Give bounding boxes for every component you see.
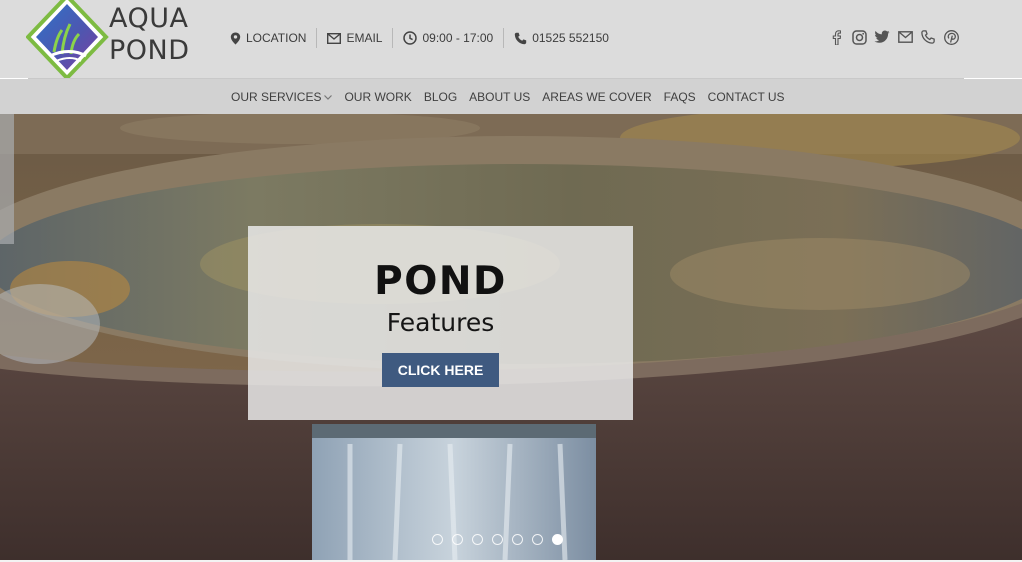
main-nav: OUR SERVICES OUR WORK BLOG ABOUT US AREA…	[231, 79, 797, 114]
click-here-button[interactable]: CLICK HERE	[382, 353, 499, 387]
nav-item-label: OUR SERVICES	[231, 89, 322, 104]
top-header: AQUA POND LOCATION EMAIL 09:00 - 17:00 0…	[0, 0, 1022, 80]
slider-dot[interactable]	[512, 534, 523, 545]
hero-subtitle: Features	[386, 308, 495, 337]
logo-line-1: AQUA	[109, 3, 189, 34]
hours-info: 09:00 - 17:00	[392, 28, 503, 48]
facebook-icon[interactable]	[828, 29, 844, 45]
location-pin-icon	[230, 32, 241, 45]
logo-text: AQUA POND	[109, 3, 190, 67]
nav-item-areas-we-cover[interactable]: AREAS WE COVER	[542, 90, 651, 104]
nav-item-blog[interactable]: BLOG	[424, 90, 457, 104]
logo-line-2: POND	[109, 35, 190, 66]
nav-item-faqs[interactable]: FAQS	[664, 90, 696, 104]
hours-label: 09:00 - 17:00	[422, 31, 494, 45]
nav-item-our-work[interactable]: OUR WORK	[344, 90, 411, 104]
email-label: EMAIL	[346, 31, 383, 45]
chevron-down-icon	[324, 92, 333, 102]
slider-dot[interactable]	[452, 534, 463, 545]
location-label: LOCATION	[246, 31, 307, 45]
phone-link[interactable]: 01525 552150	[503, 28, 619, 48]
logo-mark-icon	[26, 0, 109, 80]
phone-label: 01525 552150	[532, 31, 609, 45]
slider-dots	[432, 534, 563, 545]
site-logo[interactable]: AQUA POND	[26, 0, 206, 80]
location-link[interactable]: LOCATION	[230, 28, 316, 48]
twitter-icon[interactable]	[874, 29, 890, 45]
envelope-icon	[327, 32, 342, 44]
email-icon[interactable]	[897, 29, 913, 45]
slider-dot[interactable]	[432, 534, 443, 545]
nav-item-our-services[interactable]: OUR SERVICES	[231, 89, 333, 104]
slider-dot[interactable]	[492, 534, 503, 545]
phone-icon	[514, 32, 527, 45]
social-links	[828, 29, 959, 45]
email-link[interactable]: EMAIL	[316, 28, 392, 48]
main-navbar: OUR SERVICES OUR WORK BLOG ABOUT US AREA…	[0, 79, 1022, 114]
instagram-icon[interactable]	[851, 29, 867, 45]
slider-dot-active[interactable]	[552, 534, 563, 545]
nav-item-contact-us[interactable]: CONTACT US	[708, 90, 785, 104]
nav-item-about-us[interactable]: ABOUT US	[469, 90, 530, 104]
slider-dot[interactable]	[472, 534, 483, 545]
phone-icon[interactable]	[920, 29, 936, 45]
header-contacts: LOCATION EMAIL 09:00 - 17:00 01525 55215…	[230, 28, 619, 48]
clock-icon	[403, 31, 418, 45]
pinterest-icon[interactable]	[943, 29, 959, 45]
hero-slider: POND Features CLICK HERE	[0, 114, 1022, 560]
hero-caption: POND Features CLICK HERE	[248, 226, 633, 420]
slider-dot[interactable]	[532, 534, 543, 545]
hero-title: POND	[374, 259, 507, 304]
